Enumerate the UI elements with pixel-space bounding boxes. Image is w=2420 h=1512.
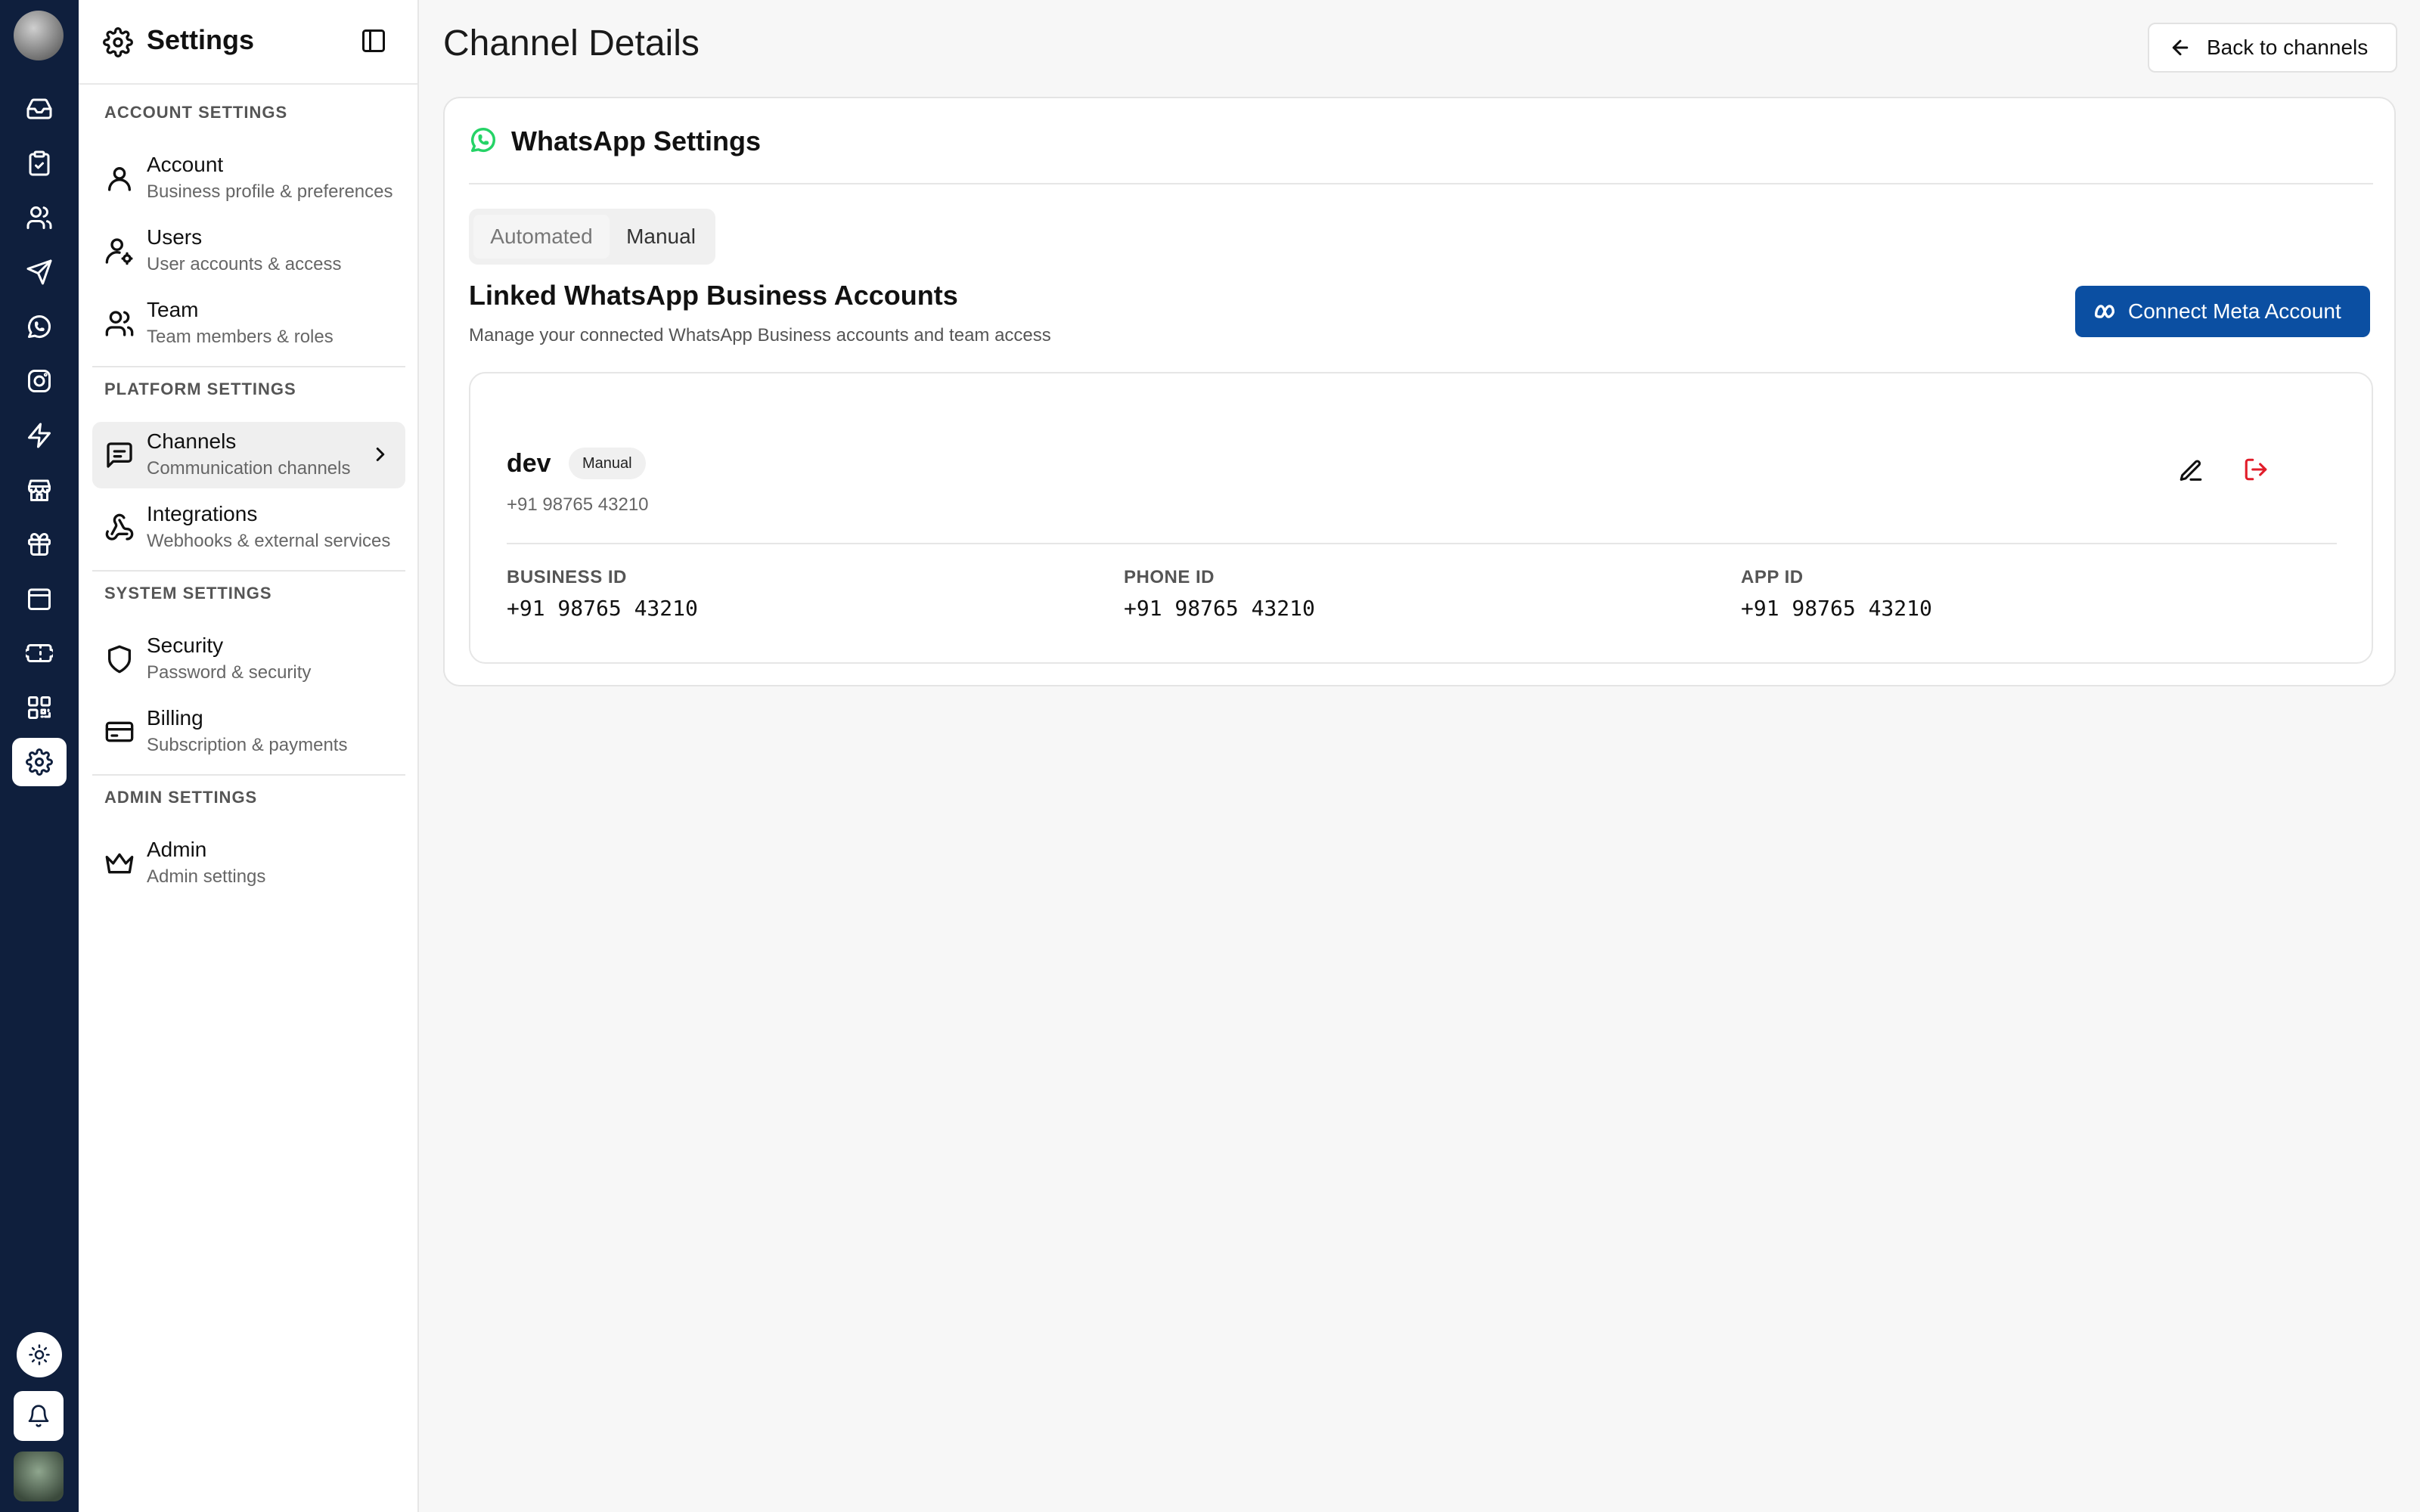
settings-icon[interactable] [12, 738, 67, 786]
sidebar-item-account[interactable]: Account Business profile & preferences [92, 145, 405, 212]
sidebar-toggle-icon[interactable] [360, 27, 390, 57]
calendar-icon[interactable] [12, 575, 67, 623]
settings-sidebar: Settings ACCOUNT SETTINGS Account Busine… [79, 0, 419, 1512]
sidebar-item-title: Security [147, 634, 224, 657]
crown-icon [104, 848, 136, 880]
sidebar-item-channels[interactable]: Channels Communication channels [92, 422, 405, 488]
business-id-field: BUSINESS ID +91 98765 43210 [507, 567, 698, 621]
chevron-right-icon [369, 443, 392, 466]
section-title: Linked WhatsApp Business Accounts [469, 280, 958, 311]
sidebar-item-title: Users [147, 225, 203, 249]
section-description: Manage your connected WhatsApp Business … [469, 325, 1051, 345]
sidebar-item-subtitle: Business profile & preferences [147, 181, 393, 202]
sidebar-item-subtitle: Webhooks & external services [147, 531, 391, 551]
sidebar-item-title: Channels [147, 429, 237, 453]
sidebar-item-team[interactable]: Team Team members & roles [92, 290, 405, 357]
settings-title: Settings [147, 24, 255, 55]
sidebar-item-integrations[interactable]: Integrations Webhooks & external service… [92, 494, 405, 561]
sidebar-item-subtitle: Team members & roles [147, 327, 334, 347]
section-label-admin: ADMIN SETTINGS [104, 788, 258, 807]
field-label: APP ID [1741, 567, 1804, 587]
user-avatar[interactable] [14, 1452, 64, 1501]
gift-icon[interactable] [12, 520, 67, 569]
section-label-platform: PLATFORM SETTINGS [104, 380, 296, 398]
sidebar-item-subtitle: Password & security [147, 662, 312, 683]
field-label: BUSINESS ID [507, 567, 627, 587]
webhook-icon [104, 513, 136, 544]
users-icon[interactable] [12, 194, 67, 242]
zap-icon[interactable] [12, 411, 67, 460]
instagram-icon[interactable] [12, 357, 67, 405]
sidebar-item-admin[interactable]: Admin Admin settings [92, 830, 405, 897]
sidebar-divider [92, 366, 405, 367]
sidebar-item-title: Team [147, 298, 199, 321]
sidebar-divider [92, 570, 405, 572]
sidebar-item-subtitle: Subscription & payments [147, 735, 348, 755]
section-label-system: SYSTEM SETTINGS [104, 584, 272, 603]
back-to-channels-button[interactable]: Back to channels [2148, 23, 2397, 73]
account-mode-badge: Manual [569, 448, 646, 479]
gear-icon [103, 27, 133, 57]
send-icon[interactable] [12, 248, 67, 296]
arrow-left-icon [2172, 39, 2189, 56]
bell-icon[interactable] [14, 1391, 64, 1441]
field-value: +91 98765 43210 [1124, 596, 1315, 621]
user-icon [104, 163, 136, 195]
settings-header: Settings [79, 0, 417, 85]
account-phone: +91 98765 43210 [507, 494, 649, 515]
linked-account-card: dev Manual +91 98765 43210 BUSINESS ID +… [469, 372, 2373, 664]
edit-icon[interactable] [2178, 458, 2208, 488]
disconnect-icon[interactable] [2243, 457, 2273, 487]
sidebar-item-title: Admin [147, 838, 207, 861]
app-id-field: APP ID +91 98765 43210 [1741, 567, 1932, 621]
sidebar-item-title: Account [147, 153, 224, 176]
field-value: +91 98765 43210 [507, 596, 698, 621]
sidebar-item-subtitle: User accounts & access [147, 254, 342, 274]
ticket-icon[interactable] [12, 629, 67, 677]
workspace-avatar[interactable] [14, 11, 64, 60]
section-label-account: ACCOUNT SETTINGS [104, 103, 288, 122]
message-square-icon [104, 440, 136, 472]
card-title: WhatsApp Settings [511, 125, 761, 156]
sidebar-item-subtitle: Communication channels [147, 458, 351, 479]
field-label: PHONE ID [1124, 567, 1215, 587]
sidebar-item-subtitle: Admin settings [147, 866, 266, 887]
main-content: Channel Details Back to channels WhatsAp… [419, 0, 2420, 1512]
back-button-label: Back to channels [2207, 36, 2369, 59]
tab-automated[interactable]: Automated [473, 215, 610, 259]
connect-button-label: Connect Meta Account [2128, 299, 2341, 323]
sidebar-item-users[interactable]: Users User accounts & access [92, 218, 405, 284]
field-value: +91 98765 43210 [1741, 596, 1932, 621]
tab-manual[interactable]: Manual [610, 215, 712, 259]
qr-code-icon[interactable] [12, 683, 67, 732]
sidebar-divider [92, 774, 405, 776]
page-title: Channel Details [443, 23, 700, 64]
whatsapp-icon [469, 125, 499, 156]
sidebar-item-title: Integrations [147, 502, 258, 525]
sidebar-item-title: Billing [147, 706, 203, 730]
shield-icon [104, 644, 136, 676]
account-divider [507, 543, 2337, 544]
inbox-icon[interactable] [12, 85, 67, 133]
user-cog-icon [104, 236, 136, 268]
app-rail [0, 0, 79, 1512]
credit-card-icon [104, 717, 136, 748]
connect-meta-account-button[interactable]: Connect Meta Account [2075, 286, 2370, 337]
meta-icon [2094, 305, 2115, 318]
sidebar-item-security[interactable]: Security Password & security [92, 626, 405, 692]
mode-tabs: Automated Manual [469, 209, 715, 265]
card-divider [469, 183, 2373, 184]
phone-id-field: PHONE ID +91 98765 43210 [1124, 567, 1315, 621]
sidebar-item-billing[interactable]: Billing Subscription & payments [92, 699, 405, 765]
users-icon [104, 308, 136, 340]
store-icon[interactable] [12, 466, 67, 514]
account-name: dev [507, 449, 551, 478]
sun-icon[interactable] [17, 1332, 62, 1377]
clipboard-icon[interactable] [12, 139, 67, 187]
whatsapp-settings-card: WhatsApp Settings Automated Manual Linke… [443, 97, 2396, 686]
whatsapp-icon[interactable] [12, 302, 67, 351]
